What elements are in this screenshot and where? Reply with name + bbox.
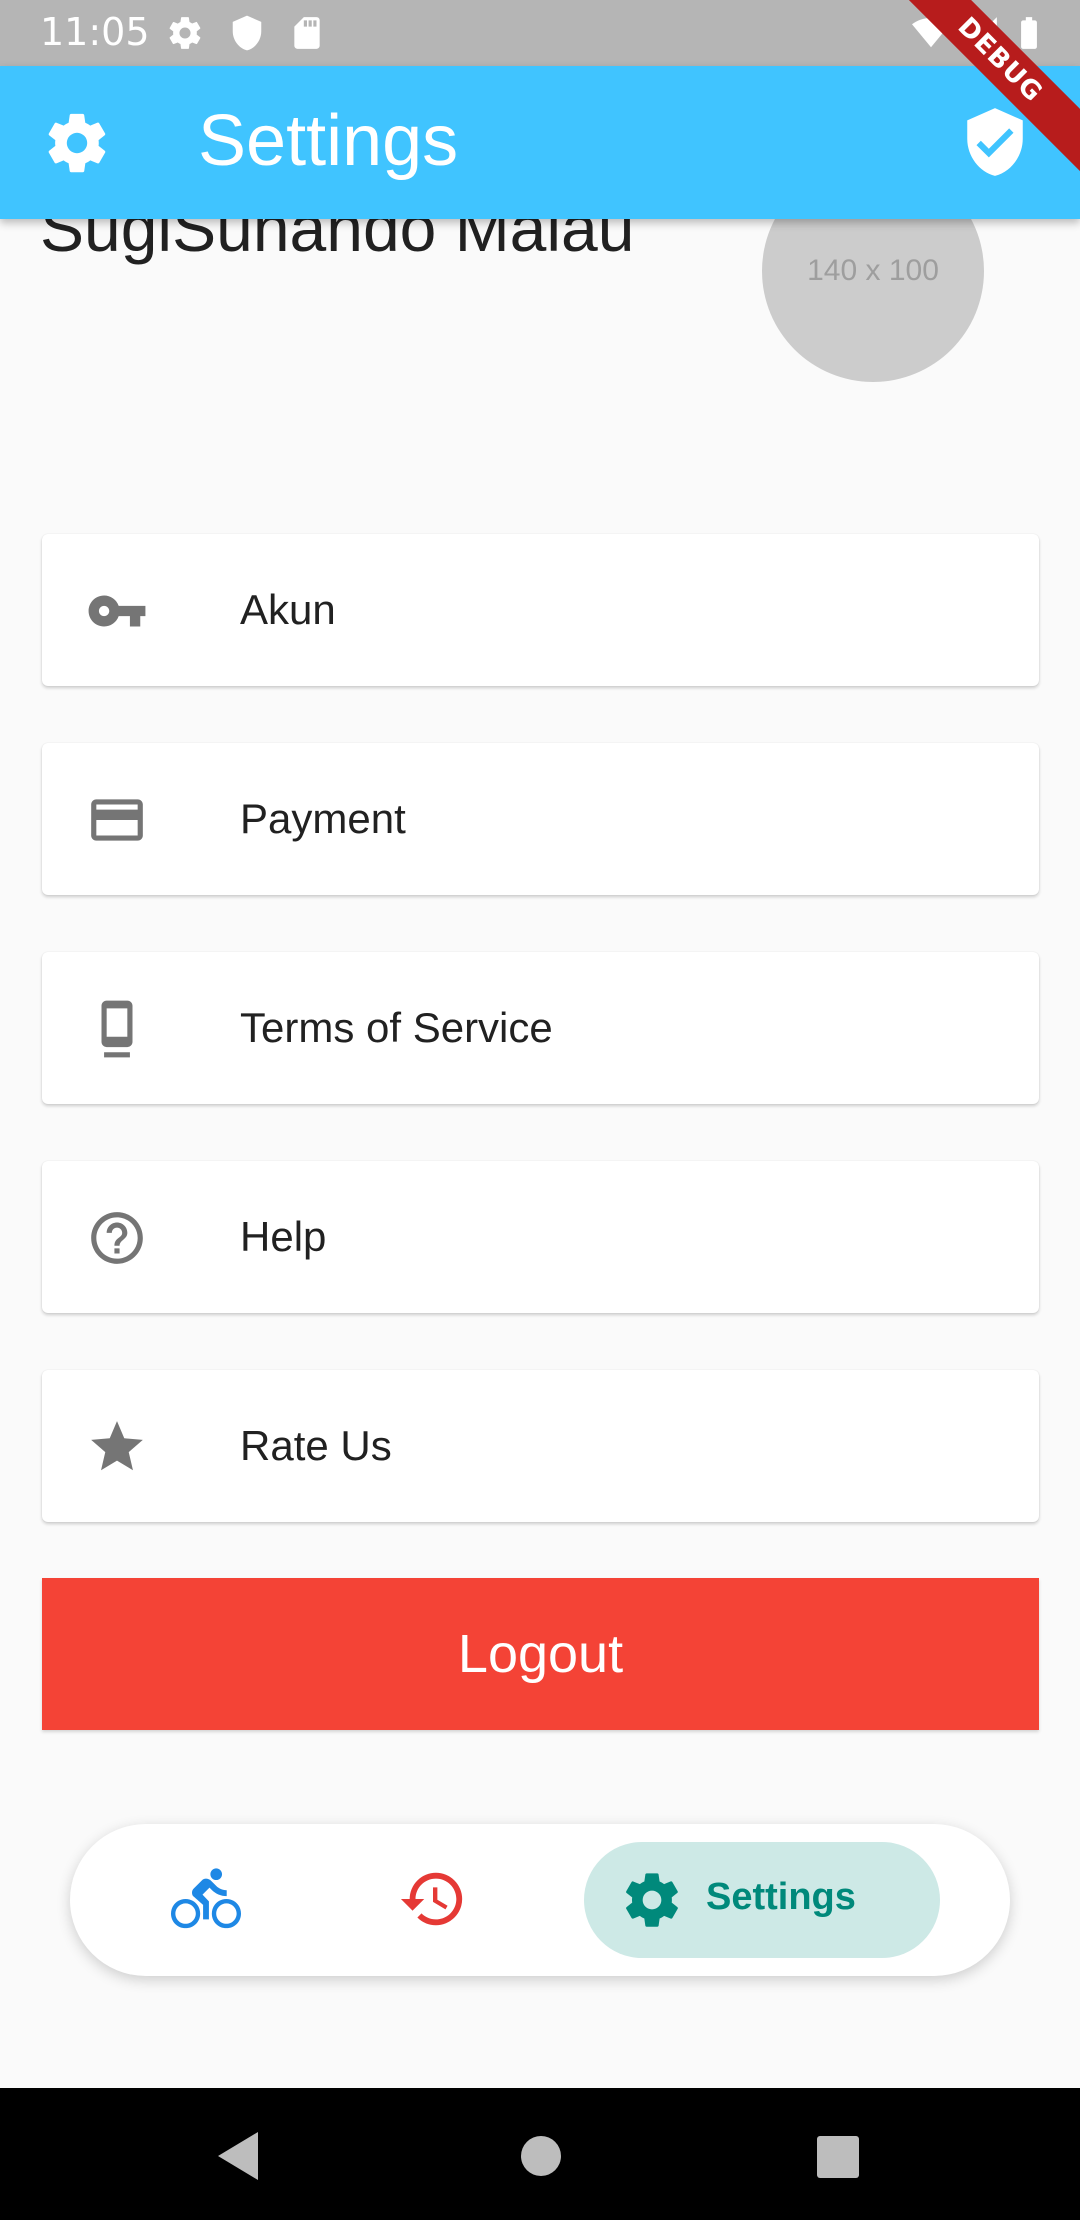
help-circle-icon [91,1212,143,1264]
menu-item-payment[interactable]: Payment [42,743,1039,895]
history-icon [400,1872,463,1926]
nav-item-ride[interactable] [165,1824,245,1976]
home-icon[interactable] [521,2136,561,2176]
menu-item-rate-us[interactable]: Rate Us [42,1370,1039,1522]
back-icon[interactable] [218,2132,262,2180]
star-icon [91,1421,143,1471]
shield-icon [232,15,262,51]
menu-item-akun[interactable]: Akun [42,534,1039,686]
logout-button[interactable]: Logout [42,1578,1039,1730]
gear-icon[interactable] [42,108,112,178]
menu-item-label: Rate Us [240,1422,392,1469]
bicycle-icon [171,1868,241,1929]
settings-screen: 11:05 DEBUG SugiSunando Malau 140 x 100 … [0,0,1080,2220]
menu-item-label: Payment [240,795,406,842]
page-title: Settings [198,101,459,181]
bottom-nav: Settings [70,1824,1010,1976]
sd-card-icon [294,17,320,49]
menu-item-help[interactable]: Help [42,1161,1039,1313]
nav-item-history[interactable] [392,1824,472,1976]
menu-item-label: Akun [240,586,336,633]
nav-settings-label: Settings [706,1876,856,1918]
recents-icon[interactable] [817,2136,859,2178]
menu-item-label: Terms of Service [240,1004,553,1051]
credit-card-icon [91,799,143,841]
gear-icon [626,1873,678,1927]
status-time: 11:05 [40,10,150,54]
gear-icon [169,17,201,49]
nav-item-settings[interactable]: Settings [584,1842,940,1958]
key-icon [88,595,146,627]
phone-icon [101,1000,133,1058]
system-nav-bar [0,2088,1080,2220]
menu-item-terms-of-service[interactable]: Terms of Service [42,952,1039,1104]
settings-menu: Akun Payment Terms of Service Help Rate … [42,534,1039,1579]
menu-item-label: Help [240,1213,327,1260]
app-bar: Settings [0,66,1080,219]
